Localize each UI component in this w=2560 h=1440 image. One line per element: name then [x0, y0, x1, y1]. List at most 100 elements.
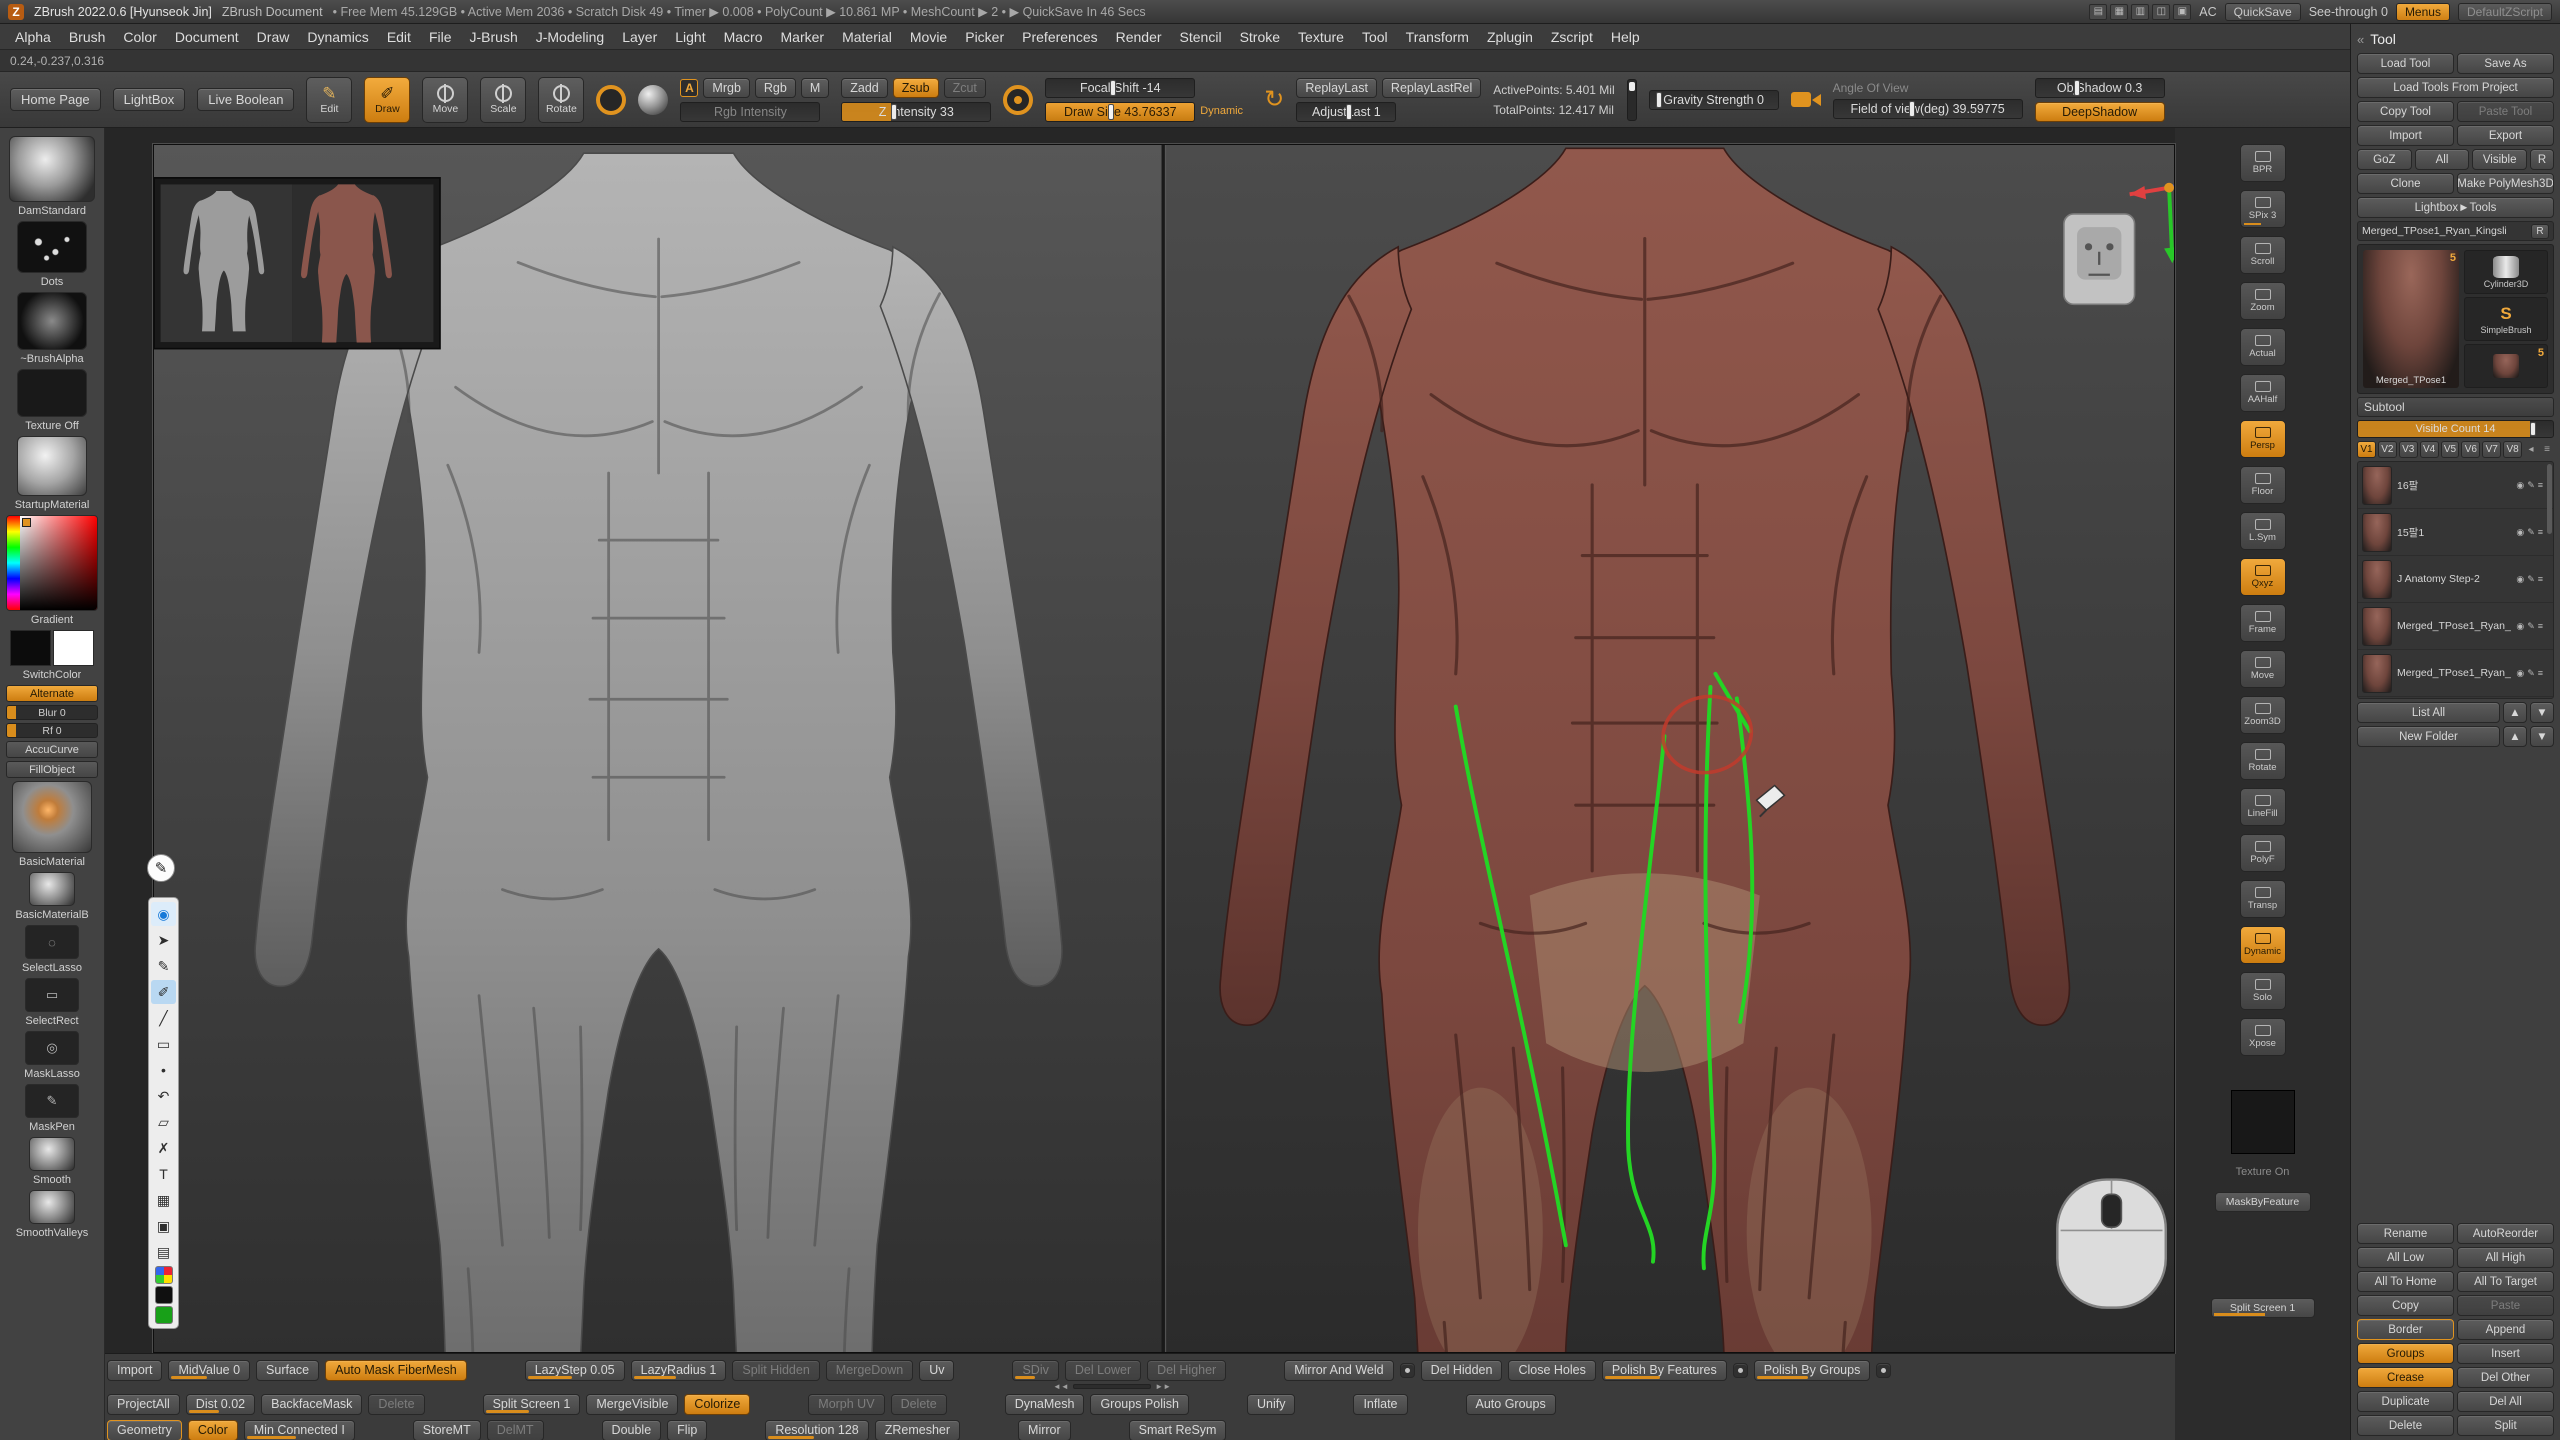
titlebar-icon[interactable]: ◫	[2152, 4, 2170, 20]
tab-scroll-icon[interactable]: ◂	[2524, 444, 2538, 455]
version-tab[interactable]: V6	[2461, 441, 2480, 458]
alpha-thumbnail[interactable]	[17, 292, 87, 350]
tool-button[interactable]: Lightbox►Tools	[2357, 197, 2554, 218]
bottom-button[interactable]: Del Lower	[1065, 1360, 1141, 1381]
tool-button[interactable]: New Folder	[2357, 726, 2500, 747]
scroll-button[interactable]: Scroll	[2240, 236, 2286, 274]
menu-item[interactable]: Document	[166, 26, 248, 48]
replay-last-rel-button[interactable]: ReplayLastRel	[1382, 78, 1481, 98]
subtool-section-header[interactable]: Subtool	[2357, 397, 2554, 417]
bottom-button[interactable]: Unify	[1247, 1394, 1295, 1415]
head-compass[interactable]	[2064, 214, 2135, 304]
stroke-icon[interactable]	[596, 85, 626, 115]
default-zscript-button[interactable]: DefaultZScript	[2458, 3, 2552, 21]
tool-button[interactable]: Visible	[2472, 149, 2527, 170]
tool-button[interactable]: Load Tools From Project	[2357, 77, 2554, 98]
navigation-thumbnails[interactable]	[154, 178, 440, 349]
gravity-strength-slider[interactable]: Gravity Strength 0	[1649, 90, 1779, 110]
visible-count-slider[interactable]: Visible Count 14	[2357, 420, 2554, 438]
version-tab[interactable]: V1	[2357, 441, 2376, 458]
smooth-thumbnail[interactable]	[29, 1137, 75, 1171]
zcut-button[interactable]: Zcut	[944, 78, 986, 98]
tool-button[interactable]: ▲	[2503, 702, 2527, 723]
subtool-action-button[interactable]: All Low	[2357, 1247, 2454, 1268]
bottom-button[interactable]	[1733, 1363, 1748, 1378]
bottom-button[interactable]: BackfaceMask	[261, 1394, 362, 1415]
basic-material-thumbnail[interactable]	[12, 781, 92, 853]
adjust-last-slider[interactable]: AdjustLast 1	[1296, 102, 1396, 122]
subtool-action-button[interactable]: Del Other	[2457, 1367, 2554, 1388]
tab-menu-icon[interactable]: ≡	[2540, 444, 2554, 455]
visibility-eye-icon[interactable]: ◉	[2516, 668, 2524, 679]
transp-button[interactable]: Transp	[2240, 880, 2286, 918]
menu-item[interactable]: Transform	[1397, 26, 1478, 48]
menu-item[interactable]: Texture	[1289, 26, 1353, 48]
current-brush-thumbnail[interactable]	[9, 136, 95, 202]
visibility-eye-icon[interactable]: ◉	[2516, 574, 2524, 585]
tool-button[interactable]: GoZ	[2357, 149, 2412, 170]
bottom-button[interactable]: Close Holes	[1508, 1360, 1595, 1381]
persp-button[interactable]: Persp	[2240, 420, 2286, 458]
bottom-button[interactable]: ProjectAll	[107, 1394, 180, 1415]
black-swatch[interactable]	[155, 1286, 173, 1304]
bottom-button[interactable]: Dist 0.02	[186, 1394, 255, 1415]
actual-button[interactable]: Actual	[2240, 328, 2286, 366]
active-tool-thumbnail[interactable]: 5 Merged_TPose1	[2363, 250, 2459, 388]
basic-material-b-thumbnail[interactable]	[29, 872, 75, 906]
paint-icon[interactable]: ✎	[2527, 527, 2535, 538]
tool-button[interactable]: Save As	[2457, 53, 2554, 74]
edit-button[interactable]: ✎ Edit	[306, 77, 352, 123]
lightbox-button[interactable]: LightBox	[113, 88, 186, 111]
menu-item[interactable]: Tool	[1353, 26, 1397, 48]
sculpt-viewport[interactable]	[153, 144, 2175, 1353]
version-tab[interactable]: V8	[2503, 441, 2522, 458]
paint-icon[interactable]: ✎	[2527, 480, 2535, 491]
subtool-action-button[interactable]: AutoReorder	[2457, 1223, 2554, 1244]
zadd-button[interactable]: Zadd	[841, 78, 888, 98]
rf-slider[interactable]: Rf 0	[6, 723, 98, 738]
bottom-button[interactable]: Delete	[891, 1394, 947, 1415]
J Anatomy Step-2[interactable]: J Anatomy Step-2 ◉ ✎ ≡	[2358, 556, 2553, 603]
zoom3d-button[interactable]: Zoom3D	[2240, 696, 2286, 734]
bottom-button[interactable]: Mirror	[1018, 1420, 1071, 1440]
subtool-action-button[interactable]: All To Target	[2457, 1271, 2554, 1292]
xpose-button[interactable]: Xpose	[2240, 1018, 2286, 1056]
paint-icon[interactable]: ✎	[2527, 621, 2535, 632]
subtool-action-button[interactable]: Append	[2457, 1319, 2554, 1340]
select-lasso-thumbnail[interactable]: ◌	[25, 925, 79, 959]
scale-button[interactable]: Scale	[480, 77, 526, 123]
visibility-eye-icon[interactable]: ◉	[2516, 621, 2524, 632]
eraser-icon[interactable]: ▱	[151, 1110, 176, 1134]
subtool-action-button[interactable]: Insert	[2457, 1343, 2554, 1364]
tool-button[interactable]: ▼	[2530, 702, 2554, 723]
subtool-action-button[interactable]: All To Home	[2357, 1271, 2454, 1292]
bottom-button[interactable]: Delete	[368, 1394, 424, 1415]
texture-thumbnail[interactable]	[17, 369, 87, 417]
clear-icon[interactable]: ✗	[151, 1136, 176, 1160]
menu-item[interactable]: Marker	[772, 26, 834, 48]
bottom-button[interactable]: Flip	[667, 1420, 707, 1440]
bottom-button[interactable]: Auto Mask FiberMesh	[325, 1360, 467, 1381]
zoom-button[interactable]: Zoom	[2240, 282, 2286, 320]
fov-slider[interactable]: Field of view(deg) 39.59775	[1833, 99, 2023, 119]
qxyz-button[interactable]: Qxyz	[2240, 558, 2286, 596]
tool-button[interactable]: Copy Tool	[2357, 101, 2454, 122]
deep-shadow-button[interactable]: DeepShadow	[2035, 102, 2165, 122]
menu-item[interactable]: Layer	[613, 26, 666, 48]
menu-item[interactable]: Material	[833, 26, 901, 48]
mask-pen-thumbnail[interactable]: ✎	[25, 1084, 79, 1118]
tool-button[interactable]: Clone	[2357, 173, 2454, 194]
cylinder3d-tool[interactable]: Cylinder3D	[2464, 250, 2548, 294]
merged-tpose-tool[interactable]: 5	[2464, 344, 2548, 388]
draw-button[interactable]: ✐ Draw	[364, 77, 410, 123]
tool-button[interactable]: All	[2415, 149, 2470, 170]
bottom-button[interactable]: Resolution 128	[765, 1420, 868, 1440]
cursor-icon[interactable]: ➤	[151, 928, 176, 952]
quicksave-button[interactable]: QuickSave	[2225, 3, 2301, 21]
menu-item[interactable]: Draw	[248, 26, 299, 48]
menu-item[interactable]: Brush	[60, 26, 115, 48]
titlebar-icon[interactable]: ▣	[2173, 4, 2191, 20]
subtool-action-button[interactable]: Split	[2457, 1415, 2554, 1436]
tool-button[interactable]: ▼	[2530, 726, 2554, 747]
bottom-button[interactable]: Del Hidden	[1421, 1360, 1503, 1381]
